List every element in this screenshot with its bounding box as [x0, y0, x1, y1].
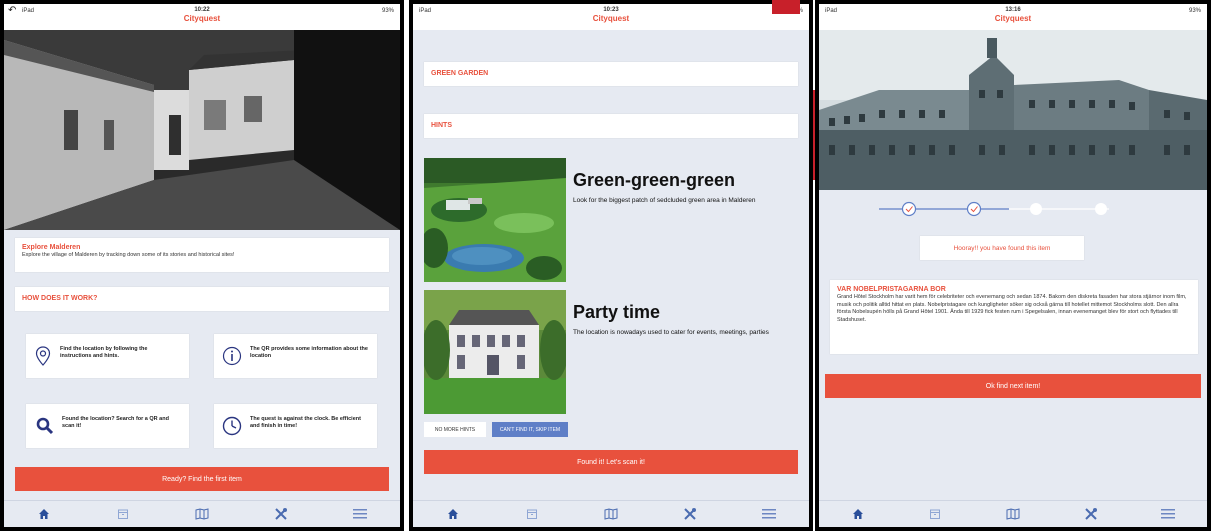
menu-icon[interactable] — [1158, 504, 1178, 524]
device-screen-2: iPad 10:23 Cityquest 93% GREEN GARDEN HI… — [409, 0, 813, 531]
section-title: HINTS — [431, 122, 452, 129]
hint-photo-house — [424, 290, 566, 414]
feature-card: The QR provides some information about t… — [214, 334, 377, 378]
info-title: VAR NOBELPRISTAGARNA BOR — [837, 286, 946, 293]
status-bar: iPad 13:16 Cityquest 93% — [819, 4, 1207, 30]
screen-3: iPad 13:16 Cityquest 93% Hooray!! you ha… — [819, 4, 1207, 527]
hint-text: The location is nowadays used to cater f… — [573, 329, 769, 336]
feature-card: Found the location? Search for a QR and … — [26, 404, 189, 448]
next-item-button[interactable]: Ok find next item! — [825, 374, 1201, 398]
how-card[interactable]: HOW DOES IT WORK? — [15, 287, 389, 311]
tab-bar — [413, 500, 809, 527]
intro-title: Explore Malderen — [22, 244, 81, 251]
section-green-garden[interactable]: GREEN GARDEN — [424, 62, 798, 86]
feature-text: The QR provides some information about t… — [250, 346, 368, 359]
home-icon[interactable] — [848, 504, 868, 524]
home-icon[interactable] — [443, 504, 463, 524]
archive-icon[interactable] — [925, 504, 945, 524]
archive-icon[interactable] — [113, 504, 133, 524]
skip-item-button[interactable]: CAN'T FIND IT, SKIP ITEM — [492, 422, 568, 437]
tab-bar — [4, 500, 400, 527]
hero-photo — [819, 30, 1207, 190]
hero-photo — [4, 30, 400, 230]
clock: 10:22 — [194, 7, 210, 13]
progress-steps — [879, 200, 1119, 218]
battery: 93% — [381, 8, 394, 14]
feature-card: Find the location by following the instr… — [26, 334, 189, 378]
tools-icon[interactable] — [680, 504, 700, 524]
map-icon[interactable] — [601, 504, 621, 524]
app-title: Cityquest — [183, 14, 221, 23]
location-pin-icon — [35, 346, 51, 366]
menu-icon[interactable] — [759, 504, 779, 524]
find-first-item-button[interactable]: Ready? Find the first item — [15, 467, 389, 491]
found-it-button[interactable]: Found it! Let's scan it! — [424, 450, 798, 474]
feature-card: The quest is against the clock. Be effic… — [214, 404, 377, 448]
clock: 10:23 — [603, 7, 619, 13]
no-more-hints-button[interactable]: NO MORE HINTS — [424, 422, 486, 437]
hint-photo-garden — [424, 158, 566, 282]
status-bar: iPad 10:23 Cityquest 93% — [413, 4, 809, 30]
info-card: VAR NOBELPRISTAGARNA BOR Grand Hôtel Sto… — [830, 280, 1198, 354]
archive-icon[interactable] — [522, 504, 542, 524]
hint-title: Green-green-green — [573, 170, 736, 190]
search-icon — [36, 417, 54, 435]
app-title: Cityquest — [592, 14, 630, 23]
feature-text: Find the location by following the instr… — [60, 346, 148, 359]
how-title: HOW DOES IT WORK? — [22, 295, 98, 302]
hint-title: Party time — [573, 302, 661, 322]
status-bar: ↶ iPad 10:22 Cityquest 93% — [4, 4, 400, 30]
found-message: Hooray!! you have found this item — [920, 236, 1084, 260]
tab-bar — [819, 500, 1207, 527]
home-icon[interactable] — [34, 504, 54, 524]
device-screen-3: iPad 13:16 Cityquest 93% Hooray!! you ha… — [815, 0, 1211, 531]
info-text: Grand Hôtel Stockholm har varit hem för … — [837, 294, 1187, 323]
section-hints[interactable]: HINTS — [424, 114, 798, 138]
decorative-red-shape — [772, 0, 800, 14]
intro-card: Explore Malderen Explore the village of … — [15, 238, 389, 272]
clock-icon — [222, 416, 242, 436]
map-icon[interactable] — [1003, 504, 1023, 524]
app-title: Cityquest — [994, 14, 1032, 23]
found-message-text: Hooray!! you have found this item — [953, 244, 1051, 252]
tools-icon[interactable] — [271, 504, 291, 524]
hint-text: Look for the biggest patch of sedcluded … — [573, 197, 756, 204]
screen-2: iPad 10:23 Cityquest 93% GREEN GARDEN HI… — [413, 4, 809, 527]
feature-text: The quest is against the clock. Be effic… — [250, 416, 361, 429]
info-icon — [222, 346, 242, 366]
device-screen-1: ↶ iPad 10:22 Cityquest 93% Explore Malde… — [0, 0, 404, 531]
battery: 93% — [1188, 8, 1201, 14]
intro-text: Explore the village of Malderen by track… — [22, 252, 235, 258]
screen-1: ↶ iPad 10:22 Cityquest 93% Explore Malde… — [4, 4, 400, 527]
tools-icon[interactable] — [1081, 504, 1101, 524]
feature-text: Found the location? Search for a QR and … — [62, 416, 169, 429]
section-title: GREEN GARDEN — [431, 70, 489, 77]
clock: 13:16 — [1005, 7, 1021, 13]
menu-icon[interactable] — [350, 504, 370, 524]
map-icon[interactable] — [192, 504, 212, 524]
